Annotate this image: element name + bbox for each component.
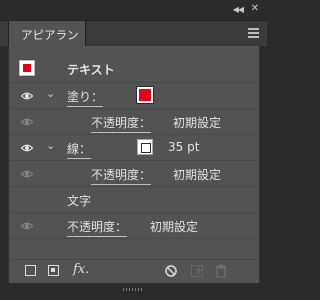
tab-appearance[interactable]: アピアランス — [8, 21, 86, 58]
eye-visibility-icon[interactable] — [21, 220, 33, 232]
fill-opacity-label[interactable]: 不透明度： — [91, 114, 152, 133]
object-type-row[interactable]: テキスト — [9, 54, 259, 83]
object-type-label: テキスト — [67, 63, 115, 77]
stroke-color-swatch[interactable] — [137, 139, 153, 155]
stroke-label[interactable]: 線： — [67, 140, 92, 159]
eye-visibility-icon[interactable] — [21, 142, 33, 154]
double-chevron-left-icon[interactable]: ◀◀ — [233, 5, 244, 14]
fill-row[interactable]: ⌄ 塗り： — [9, 83, 259, 109]
stroke-opacity-value: 初期設定 — [173, 168, 222, 182]
resize-grip-icon[interactable] — [123, 288, 143, 291]
chevron-down-icon[interactable]: ⌄ — [46, 87, 55, 100]
hamburger-menu-icon[interactable] — [248, 28, 259, 38]
panel-tab-bar: アピアランス — [0, 20, 267, 58]
appearance-panel: テキスト ⌄ 塗り： 不透明度： 初期設定 ⌄ 線： 35 pt 不透明度： 初… — [8, 46, 260, 259]
stroke-opacity-label[interactable]: 不透明度： — [91, 166, 152, 185]
delete-item-icon[interactable] — [215, 264, 227, 278]
chevron-down-icon[interactable]: ⌄ — [46, 139, 55, 152]
stroke-row[interactable]: ⌄ 線： 35 pt — [9, 135, 259, 161]
fill-opacity-row[interactable]: 不透明度： 初期設定 — [9, 109, 259, 135]
fill-opacity-value: 初期設定 — [173, 116, 222, 130]
fill-color-swatch[interactable] — [136, 86, 154, 104]
add-effect-icon[interactable]: fx. — [73, 262, 89, 277]
window-titlebar: ◀◀ ✕ — [0, 0, 267, 20]
add-new-fill-icon[interactable] — [48, 265, 59, 276]
eye-visibility-icon[interactable] — [21, 116, 33, 128]
eye-visibility-icon[interactable] — [21, 90, 33, 102]
stroke-weight-value[interactable]: 35 pt — [168, 140, 199, 154]
duplicate-item-icon[interactable] — [191, 263, 204, 277]
characters-row[interactable]: 文字 — [9, 187, 259, 213]
opacity-value: 初期設定 — [150, 220, 199, 234]
stroke-opacity-row[interactable]: 不透明度： 初期設定 — [9, 161, 259, 187]
opacity-row[interactable]: 不透明度： 初期設定 — [9, 213, 259, 239]
close-icon[interactable]: ✕ — [251, 3, 259, 14]
eye-visibility-icon[interactable] — [21, 168, 33, 180]
fill-label[interactable]: 塗り： — [67, 88, 104, 107]
opacity-label[interactable]: 不透明度： — [67, 218, 128, 237]
object-thumbnail-icon — [19, 60, 35, 76]
characters-label: 文字 — [67, 194, 92, 208]
panel-footer: fx. — [8, 259, 260, 283]
clear-appearance-icon[interactable] — [165, 265, 177, 277]
add-new-stroke-icon[interactable] — [25, 265, 36, 276]
